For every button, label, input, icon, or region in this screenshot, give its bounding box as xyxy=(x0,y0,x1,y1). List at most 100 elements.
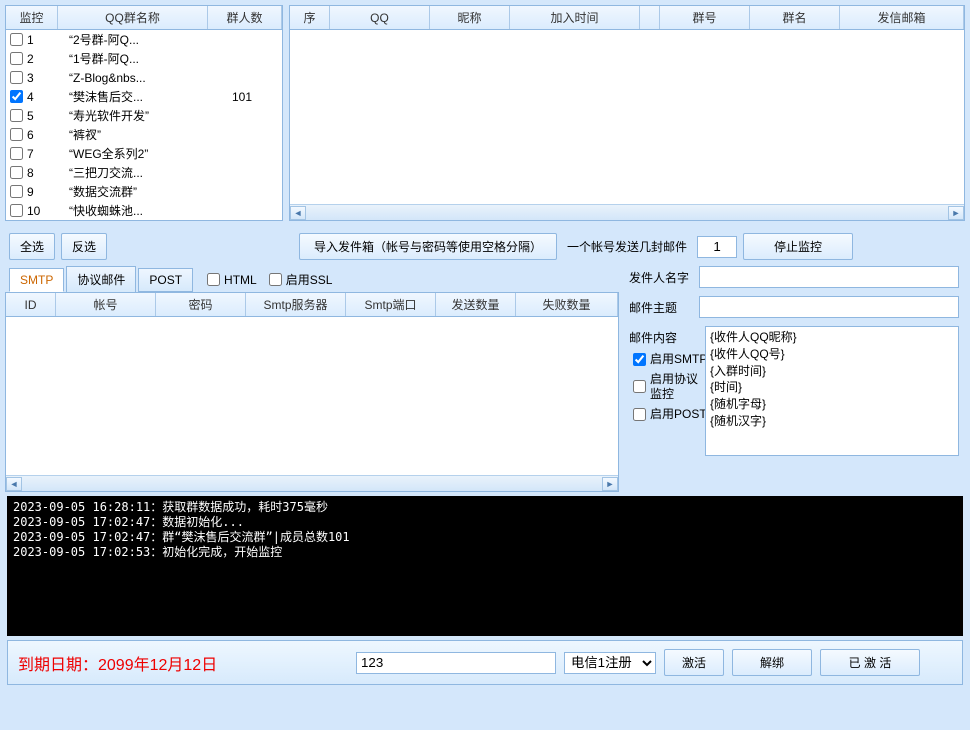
group-row-index: 3 xyxy=(27,71,61,85)
group-row[interactable]: 2“1号群-阿Q... xyxy=(6,49,282,68)
group-row-name: “WEG全系列2” xyxy=(61,145,232,162)
import-sender-button[interactable]: 导入发件箱（帐号与密码等使用空格分隔） xyxy=(299,233,557,260)
enable-smtp-checkbox[interactable] xyxy=(633,353,646,366)
group-row-name: “裤衩” xyxy=(61,126,232,143)
group-row-index: 4 xyxy=(27,90,61,104)
group-row[interactable]: 9“数据交流群” xyxy=(6,182,282,201)
group-row-index: 8 xyxy=(27,166,61,180)
select-all-button[interactable]: 全选 xyxy=(9,233,55,260)
html-checkbox[interactable] xyxy=(207,273,220,286)
protocol-tabs: SMTP 协议邮件 POST HTML 启用SSL xyxy=(5,266,619,293)
group-row[interactable]: 8“三把刀交流... xyxy=(6,163,282,182)
activate-button[interactable]: 激活 xyxy=(664,649,724,676)
action-bar: 全选 反选 导入发件箱（帐号与密码等使用空格分隔） 一个帐号发送几封邮件 停止监… xyxy=(5,227,965,266)
group-row[interactable]: 6“裤衩” xyxy=(6,125,282,144)
expire-label: 到期日期：2099年12月12日 xyxy=(18,651,348,675)
group-row-checkbox[interactable] xyxy=(10,33,23,46)
group-row-checkbox[interactable] xyxy=(10,166,23,179)
group-row-index: 2 xyxy=(27,52,61,66)
member-table-panel: 序 QQ 昵称 加入时间 群号 群名 发信邮箱 ◄ ► xyxy=(289,5,965,221)
group-row-checkbox[interactable] xyxy=(10,109,23,122)
subject-input[interactable] xyxy=(699,296,959,318)
cfg-col-sent[interactable]: 发送数量 xyxy=(436,293,516,316)
group-row[interactable]: 10“快收蜘蛛池... xyxy=(6,201,282,220)
group-row-checkbox[interactable] xyxy=(10,71,23,84)
smtp-table-header: ID 帐号 密码 Smtp服务器 Smtp端口 发送数量 失败数量 xyxy=(6,293,618,317)
group-row-index: 6 xyxy=(27,128,61,142)
content-label: 邮件内容 xyxy=(629,326,705,346)
col-groupno[interactable]: 群号 xyxy=(660,6,750,29)
col-monitor[interactable]: 监控 xyxy=(6,6,58,29)
group-row-checkbox[interactable] xyxy=(10,204,23,217)
group-row-name: “三把刀交流... xyxy=(61,164,232,181)
cfg-col-port[interactable]: Smtp端口 xyxy=(346,293,436,316)
enable-proto-label[interactable]: 启用协议监控 xyxy=(633,372,709,401)
sender-name-label: 发件人名字 xyxy=(629,266,699,286)
per-account-input[interactable] xyxy=(697,236,737,258)
member-table-hscroll[interactable]: ◄ ► xyxy=(290,204,964,220)
scroll-left-icon[interactable]: ◄ xyxy=(290,206,306,220)
group-row-index: 1 xyxy=(27,33,61,47)
cfg-col-server[interactable]: Smtp服务器 xyxy=(246,293,346,316)
content-textarea[interactable] xyxy=(705,326,959,456)
group-row-index: 10 xyxy=(27,204,61,218)
col-group-name[interactable]: QQ群名称 xyxy=(58,6,208,29)
group-row[interactable]: 1“2号群-阿Q... xyxy=(6,30,282,49)
cfg-col-fail[interactable]: 失败数量 xyxy=(516,293,618,316)
enable-post-checkbox[interactable] xyxy=(633,408,646,421)
col-qq[interactable]: QQ xyxy=(330,6,430,29)
cfg-col-acct[interactable]: 帐号 xyxy=(56,293,156,316)
activated-button[interactable]: 已 激 活 xyxy=(820,649,920,676)
scroll-right-icon[interactable]: ► xyxy=(602,477,618,491)
group-row[interactable]: 4“樊沫售后交...101 xyxy=(6,87,282,106)
group-row-checkbox[interactable] xyxy=(10,185,23,198)
group-row-name: “2号群-阿Q... xyxy=(61,31,232,48)
ssl-checkbox[interactable] xyxy=(269,273,282,286)
member-table-header: 序 QQ 昵称 加入时间 群号 群名 发信邮箱 xyxy=(290,6,964,30)
smtp-table-hscroll[interactable]: ◄ ► xyxy=(6,475,618,491)
sender-name-input[interactable] xyxy=(699,266,959,288)
group-row[interactable]: 5“寿光软件开发” xyxy=(6,106,282,125)
enable-smtp-label[interactable]: 启用SMTP xyxy=(633,352,709,366)
group-row-checkbox[interactable] xyxy=(10,128,23,141)
group-row[interactable]: 3“Z-Blog&nbs... xyxy=(6,68,282,87)
tab-smtp[interactable]: SMTP xyxy=(9,268,64,292)
html-checkbox-label[interactable]: HTML xyxy=(207,273,257,287)
group-row-checkbox[interactable] xyxy=(10,90,23,103)
tab-proto-mail[interactable]: 协议邮件 xyxy=(66,266,136,293)
col-groupnm[interactable]: 群名 xyxy=(750,6,840,29)
group-list-header: 监控 QQ群名称 群人数 xyxy=(6,6,282,30)
col-blank[interactable] xyxy=(640,6,660,29)
group-row-name: “快收蜘蛛池... xyxy=(61,202,232,219)
col-seq[interactable]: 序 xyxy=(290,6,330,29)
stop-monitor-button[interactable]: 停止监控 xyxy=(743,233,853,260)
activation-code-input[interactable] xyxy=(356,652,556,674)
group-row-name: “数据交流群” xyxy=(61,183,232,200)
invert-select-button[interactable]: 反选 xyxy=(61,233,107,260)
group-list-body[interactable]: 1“2号群-阿Q...2“1号群-阿Q...3“Z-Blog&nbs...4“樊… xyxy=(6,30,282,220)
smtp-config-panel: ID 帐号 密码 Smtp服务器 Smtp端口 发送数量 失败数量 ◄ ► xyxy=(5,292,619,492)
group-row-name: “Z-Blog&nbs... xyxy=(61,71,232,85)
col-sendbox[interactable]: 发信邮箱 xyxy=(840,6,964,29)
col-member-count[interactable]: 群人数 xyxy=(208,6,282,29)
per-account-label: 一个帐号发送几封邮件 xyxy=(563,238,691,255)
smtp-table-body[interactable] xyxy=(6,317,618,475)
cfg-col-pwd[interactable]: 密码 xyxy=(156,293,246,316)
line-select[interactable]: 电信1注册 xyxy=(564,652,656,674)
group-row[interactable]: 7“WEG全系列2” xyxy=(6,144,282,163)
scroll-left-icon[interactable]: ◄ xyxy=(6,477,22,491)
unbind-button[interactable]: 解绑 xyxy=(732,649,812,676)
enable-post-label[interactable]: 启用POST xyxy=(633,407,709,421)
group-row-checkbox[interactable] xyxy=(10,147,23,160)
ssl-checkbox-label[interactable]: 启用SSL xyxy=(269,271,333,288)
enable-proto-checkbox[interactable] xyxy=(633,380,646,393)
member-table-body[interactable] xyxy=(290,30,964,204)
group-row-name: “寿光软件开发” xyxy=(61,107,232,124)
tab-post[interactable]: POST xyxy=(138,268,193,292)
col-join[interactable]: 加入时间 xyxy=(510,6,640,29)
col-nick[interactable]: 昵称 xyxy=(430,6,510,29)
group-row-checkbox[interactable] xyxy=(10,52,23,65)
group-row-index: 9 xyxy=(27,185,61,199)
cfg-col-id[interactable]: ID xyxy=(6,293,56,316)
scroll-right-icon[interactable]: ► xyxy=(948,206,964,220)
